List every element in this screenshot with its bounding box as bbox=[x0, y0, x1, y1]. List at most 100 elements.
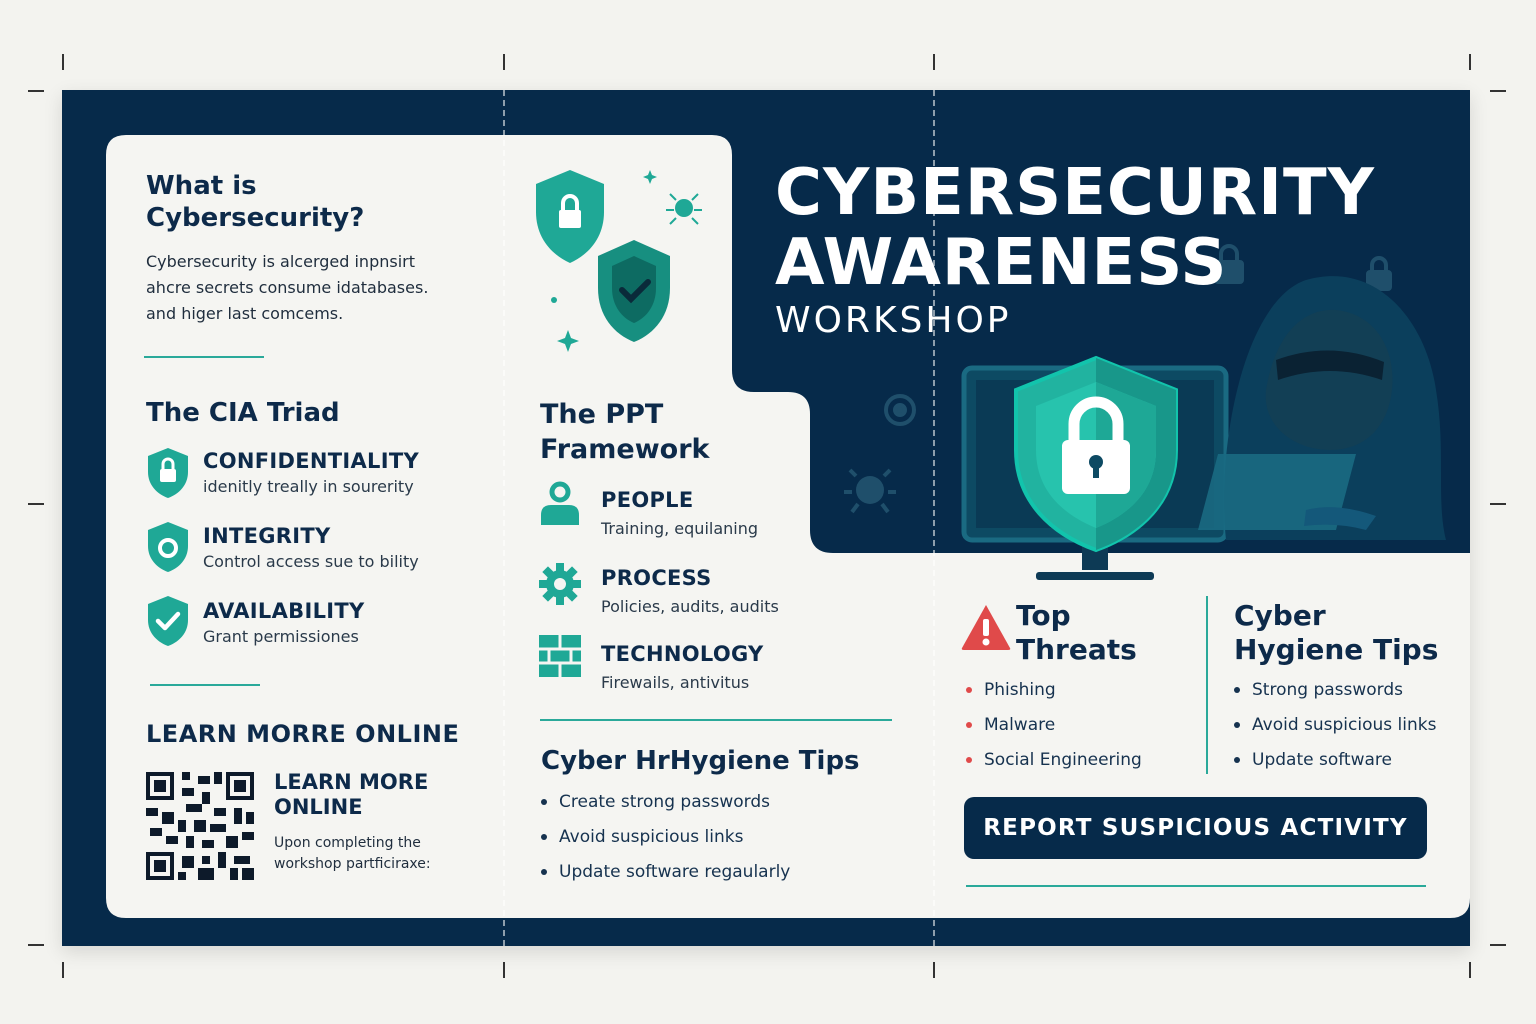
ppt-item-title: TECHNOLOGY bbox=[601, 642, 764, 666]
cia-item-desc: idenitly treally in sourerity bbox=[203, 477, 414, 496]
fold-line bbox=[503, 90, 505, 946]
ppt-heading-line: The PPT bbox=[540, 399, 664, 430]
section-divider bbox=[966, 885, 1426, 887]
column-divider bbox=[1206, 596, 1208, 774]
list-item: Update software regaularly bbox=[541, 855, 790, 890]
hero-subtitle: WORKSHOP bbox=[775, 300, 1012, 341]
what-is-heading: What is Cybersecurity? bbox=[146, 171, 365, 233]
list-item: Avoid suspicious links bbox=[1234, 708, 1436, 743]
qr-desc-line: workshop partficiraxe: bbox=[274, 856, 431, 872]
crop-mark bbox=[62, 54, 64, 70]
bullet-icon bbox=[1234, 722, 1240, 728]
tips-heading: Cyber HrHygiene Tips bbox=[541, 746, 860, 776]
bullet-icon bbox=[1234, 757, 1240, 763]
threats-heading: Top Threats bbox=[1016, 599, 1137, 667]
cia-item-title: AVAILABILITY bbox=[203, 599, 365, 623]
ppt-item-text: TECHNOLOGY Firewails, antivitus bbox=[601, 642, 764, 692]
cia-item-confidentiality bbox=[146, 446, 190, 504]
crop-mark bbox=[28, 90, 44, 92]
list-item-text: Strong passwords bbox=[1252, 680, 1404, 700]
cia-item-text: INTEGRITY Control access sue to bility bbox=[203, 524, 419, 571]
bullet-icon bbox=[966, 687, 972, 693]
cia-item-desc: Grant permissiones bbox=[203, 627, 359, 646]
check-shield-icon bbox=[148, 596, 188, 646]
cia-item-title: INTEGRITY bbox=[203, 524, 331, 548]
threats-heading-line: Threats bbox=[1016, 633, 1137, 666]
gear-icon bbox=[539, 563, 581, 605]
crop-mark bbox=[1469, 962, 1471, 978]
what-is-line: Cybersecurity is alcerged inpnsirt bbox=[146, 252, 415, 271]
qr-desc-line: Upon completing the bbox=[274, 835, 421, 851]
hygiene-heading: Cyber Hygiene Tips bbox=[1234, 599, 1438, 667]
qr-title-line: LEARN MORE bbox=[274, 770, 429, 794]
cia-item-title: CONFIDENTIALITY bbox=[203, 449, 419, 473]
list-item: Create strong passwords bbox=[541, 785, 790, 820]
bullet-icon bbox=[966, 722, 972, 728]
list-item-text: Avoid suspicious links bbox=[559, 827, 744, 847]
ppt-item-desc: Policies, audits, audits bbox=[601, 597, 779, 616]
section-divider bbox=[150, 684, 260, 686]
cia-item-availability bbox=[146, 594, 190, 652]
cia-item-text: CONFIDENTIALITY idenitly treally in sour… bbox=[203, 449, 419, 496]
cia-item-text: AVAILABILITY Grant permissiones bbox=[203, 599, 365, 646]
threats-list: Phishing Malware Social Engineering bbox=[966, 673, 1142, 778]
ppt-item-title: PEOPLE bbox=[601, 488, 694, 512]
ppt-heading-line: Framework bbox=[540, 434, 710, 465]
ppt-heading: The PPT Framework bbox=[540, 397, 820, 467]
hero-title-line: CYBERSECURITY bbox=[775, 156, 1375, 230]
shields-illustration bbox=[536, 170, 702, 352]
ppt-item-text: PEOPLE Training, equilaning bbox=[601, 488, 758, 538]
crop-mark bbox=[62, 962, 64, 978]
list-item: Avoid suspicious links bbox=[541, 820, 790, 855]
learn-more-heading: LEARN MORRE ONLINE bbox=[146, 720, 460, 748]
hero-title-line: AWARENESS bbox=[775, 226, 1228, 300]
crop-mark bbox=[28, 503, 44, 505]
bullet-icon bbox=[966, 757, 972, 763]
crop-mark bbox=[503, 54, 505, 70]
list-item: Social Engineering bbox=[966, 743, 1142, 778]
ppt-item-text: PROCESS Policies, audits, audits bbox=[601, 566, 779, 616]
bullet-icon bbox=[541, 834, 547, 840]
list-item-text: Avoid suspicious links bbox=[1252, 715, 1437, 735]
crop-mark bbox=[933, 54, 935, 70]
tips-list: Create strong passwords Avoid suspicious… bbox=[541, 785, 790, 890]
firewall-icon bbox=[539, 635, 581, 677]
bullet-icon bbox=[541, 869, 547, 875]
crop-mark bbox=[503, 962, 505, 978]
crop-mark bbox=[1490, 503, 1506, 505]
list-item-text: Social Engineering bbox=[984, 750, 1142, 770]
list-item: Update software bbox=[1234, 743, 1436, 778]
hygiene-heading-line: Hygiene Tips bbox=[1234, 633, 1439, 666]
list-item: Phishing bbox=[966, 673, 1142, 708]
ppt-item-desc: Training, equilaning bbox=[601, 519, 759, 538]
cia-heading: The CIA Triad bbox=[146, 398, 340, 428]
list-item-text: Create strong passwords bbox=[559, 792, 770, 812]
list-item: Malware bbox=[966, 708, 1142, 743]
list-item-text: Update software regaularly bbox=[559, 862, 791, 882]
ring-shield-icon bbox=[148, 522, 188, 572]
ppt-item-desc: Firewails, antivitus bbox=[601, 673, 750, 692]
list-item: Strong passwords bbox=[1234, 673, 1436, 708]
what-is-body: Cybersecurity is alcerged inpnsirt ahcre… bbox=[146, 249, 476, 327]
crop-mark bbox=[1490, 90, 1506, 92]
qr-desc: Upon completing the workshop partficirax… bbox=[274, 833, 431, 875]
list-item-text: Malware bbox=[984, 715, 1056, 735]
hygiene-heading-line: Cyber bbox=[1234, 599, 1326, 632]
threats-heading-line: Top bbox=[1016, 599, 1071, 632]
warning-icon bbox=[961, 605, 1011, 650]
report-suspicious-activity-button[interactable]: REPORT SUSPICIOUS ACTIVITY bbox=[964, 797, 1427, 859]
qr-title: LEARN MORE ONLINE bbox=[274, 770, 428, 820]
section-divider bbox=[144, 356, 264, 358]
cia-item-integrity bbox=[146, 520, 190, 578]
crop-mark bbox=[1490, 944, 1506, 946]
hygiene-list: Strong passwords Avoid suspicious links … bbox=[1234, 673, 1436, 778]
qr-title-line: ONLINE bbox=[274, 795, 363, 819]
qr-code[interactable] bbox=[146, 772, 254, 880]
hero-title: CYBERSECURITY AWARENESS bbox=[775, 158, 1375, 298]
what-is-line: and higer last comcems. bbox=[146, 304, 344, 323]
ppt-item-title: PROCESS bbox=[601, 566, 712, 590]
crop-mark bbox=[28, 944, 44, 946]
crop-mark bbox=[933, 962, 935, 978]
list-item-text: Phishing bbox=[984, 680, 1056, 700]
section-divider bbox=[540, 719, 892, 721]
